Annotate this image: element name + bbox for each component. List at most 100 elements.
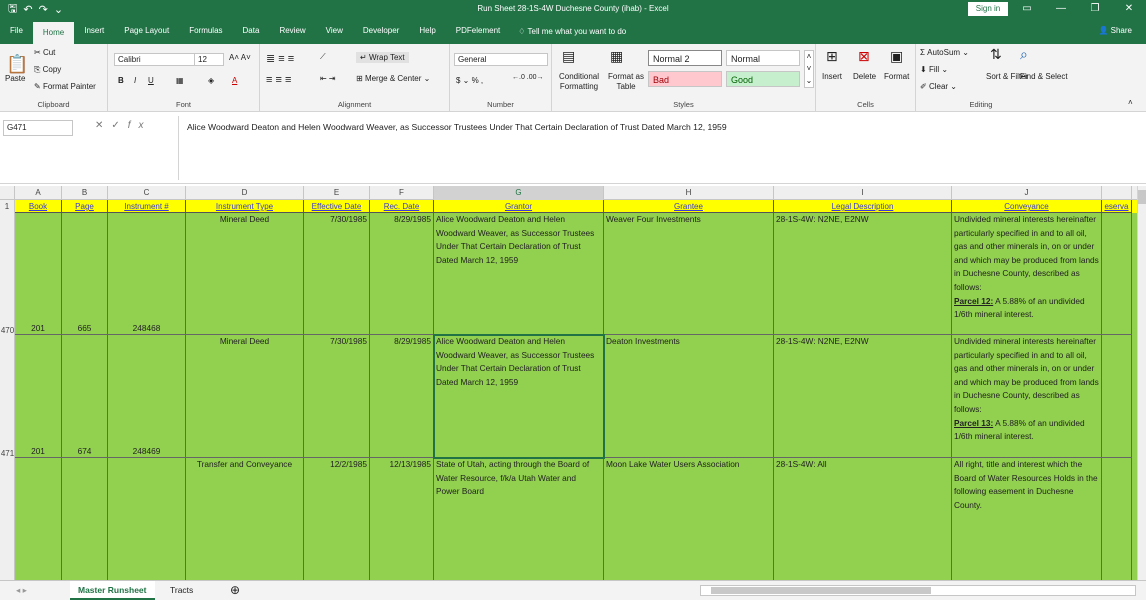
cell-grantor[interactable]: Alice Woodward Deaton and Helen Woodward… [434, 335, 604, 458]
clear-button[interactable]: ✐ Clear ⌄ [920, 82, 957, 91]
cell-grantor[interactable]: Alice Woodward Deaton and Helen Woodward… [434, 213, 604, 335]
styles-scroll-icon[interactable]: ˄ ˅ ⌄ [804, 50, 814, 88]
cell-book[interactable]: 201 [15, 335, 62, 458]
cell-effective[interactable]: 7/30/1985 [304, 213, 370, 335]
header-cell-i[interactable]: Legal Description [774, 200, 952, 213]
cell-book[interactable]: 201 [15, 213, 62, 335]
italic-button[interactable]: I [134, 76, 136, 85]
format-cells-icon[interactable]: ▣ [890, 48, 903, 65]
sheet-nav-icon[interactable]: ◂ ▸ [8, 581, 35, 600]
conditional-formatting-button[interactable]: Conditional Formatting [556, 72, 602, 92]
font-size-select[interactable]: 12 [194, 53, 224, 66]
tab-help[interactable]: Help [409, 18, 445, 44]
cell-type[interactable]: Transfer and Conveyance [186, 458, 304, 580]
sheet-tab-master-runsheet[interactable]: Master Runsheet [70, 581, 155, 600]
cell-rec[interactable]: 8/29/1985 [370, 213, 434, 335]
cell-legal[interactable]: 28-1S-4W: N2NE, E2NW [774, 335, 952, 458]
cell-rec[interactable]: 12/13/1985 [370, 458, 434, 580]
tab-view[interactable]: View [316, 18, 353, 44]
tab-page-layout[interactable]: Page Layout [114, 18, 179, 44]
horizontal-scrollbar[interactable] [700, 585, 1136, 596]
horizontal-scroll-thumb[interactable] [711, 587, 931, 594]
column-header-j[interactable]: J [952, 186, 1102, 200]
format-painter-button[interactable]: ✎ Format Painter [34, 82, 96, 91]
style-good[interactable]: Good [726, 71, 800, 87]
cell-reservation[interactable] [1102, 335, 1132, 458]
cell-conveyance[interactable]: Undivided mineral interests hereinafter … [952, 213, 1102, 335]
tab-review[interactable]: Review [269, 18, 315, 44]
delete-cells-icon[interactable]: ⊠ [858, 48, 870, 65]
copy-button[interactable]: ⎘ Copy [34, 65, 61, 75]
sheet-tab-tracts[interactable]: Tracts [162, 581, 201, 600]
column-header-d[interactable]: D [186, 186, 304, 200]
sign-in-button[interactable]: Sign in [968, 2, 1008, 16]
cell-rec[interactable]: 8/29/1985 [370, 335, 434, 458]
cell-grantor[interactable]: State of Utah, acting through the Board … [434, 458, 604, 580]
share-button[interactable]: 👤 Share [1098, 26, 1132, 35]
cell-instrument[interactable]: 248469 [108, 335, 186, 458]
row-header[interactable]: 1 [0, 200, 15, 213]
tab-insert[interactable]: Insert [74, 18, 114, 44]
cell-page[interactable] [62, 458, 108, 580]
row-header[interactable]: 470 [0, 213, 15, 335]
format-table-icon[interactable]: ▦ [610, 48, 623, 65]
orientation-icon[interactable]: ⟋ [320, 52, 326, 62]
cell-grantee[interactable]: Deaton Investments [604, 335, 774, 458]
column-header-a[interactable]: A [15, 186, 62, 200]
font-name-select[interactable]: Calibri [114, 53, 198, 66]
vertical-scrollbar[interactable] [1137, 186, 1146, 580]
delete-button[interactable]: Delete [853, 72, 876, 81]
style-normal2[interactable]: Normal 2 [648, 50, 722, 66]
font-grow-icon[interactable]: A˄ A˅ [229, 53, 251, 62]
column-header-g[interactable]: G [434, 186, 604, 200]
insert-cells-icon[interactable]: ⊞ [826, 48, 838, 65]
column-header-k[interactable] [1102, 186, 1132, 200]
header-cell-k[interactable]: eserva [1102, 200, 1132, 213]
column-header-f[interactable]: F [370, 186, 434, 200]
cut-button[interactable]: ✂ Cut [34, 48, 55, 57]
collapse-ribbon-icon[interactable]: ˄ [1128, 98, 1133, 107]
cell-conveyance[interactable]: Undivided mineral interests hereinafter … [952, 335, 1102, 458]
header-cell-e[interactable]: Effective Date [304, 200, 370, 213]
cell-page[interactable]: 674 [62, 335, 108, 458]
vertical-scroll-thumb[interactable] [1138, 190, 1146, 204]
insert-button[interactable]: Insert [822, 72, 842, 81]
restore-icon[interactable]: ❐ [1078, 0, 1112, 18]
tab-file[interactable]: File [0, 18, 33, 44]
cell-legal[interactable]: 28-1S-4W: N2NE, E2NW [774, 213, 952, 335]
header-cell-b[interactable]: Page [62, 200, 108, 213]
row-header[interactable] [0, 458, 15, 580]
ribbon-display-icon[interactable]: ▭ [1010, 0, 1044, 18]
cell-grantee[interactable]: Moon Lake Water Users Association [604, 458, 774, 580]
column-header-h[interactable]: H [604, 186, 774, 200]
align-top-icon[interactable]: ≣ ≡ ≡ [266, 52, 294, 65]
style-normal[interactable]: Normal [726, 50, 800, 66]
cell-legal[interactable]: 28-1S-4W: All [774, 458, 952, 580]
cell-reservation[interactable] [1102, 458, 1132, 580]
cell-reservation[interactable] [1102, 213, 1132, 335]
merge-center-button[interactable]: ⊞ Merge & Center ⌄ [356, 74, 430, 83]
row-header[interactable]: 471 [0, 335, 15, 458]
header-cell-f[interactable]: Rec. Date [370, 200, 434, 213]
fill-color-icon[interactable]: ◈ [208, 76, 214, 85]
close-icon[interactable]: ✕ [1112, 0, 1146, 18]
cell-book[interactable] [15, 458, 62, 580]
column-header-i[interactable]: I [774, 186, 952, 200]
format-as-table-button[interactable]: Format as Table [606, 72, 646, 92]
number-format-select[interactable]: General [454, 53, 548, 66]
header-cell-a[interactable]: Book [15, 200, 62, 213]
column-header-e[interactable]: E [304, 186, 370, 200]
format-button[interactable]: Format [884, 72, 909, 81]
tab-data[interactable]: Data [233, 18, 270, 44]
cell-instrument[interactable]: 248468 [108, 213, 186, 335]
formula-icons[interactable]: ✕✓fx [95, 120, 152, 131]
cell-conveyance[interactable]: All right, title and interest which the … [952, 458, 1102, 580]
cell-grantee[interactable]: Weaver Four Investments [604, 213, 774, 335]
paste-icon[interactable]: 📋 [6, 54, 28, 75]
wrap-text-button[interactable]: ↵ Wrap Text [356, 52, 409, 63]
add-sheet-icon[interactable]: ⊕ [222, 581, 248, 600]
autosum-button[interactable]: Σ AutoSum ⌄ [920, 48, 969, 57]
tab-home[interactable]: Home [32, 22, 75, 44]
header-cell-c[interactable]: Instrument # [108, 200, 186, 213]
cell-instrument[interactable] [108, 458, 186, 580]
